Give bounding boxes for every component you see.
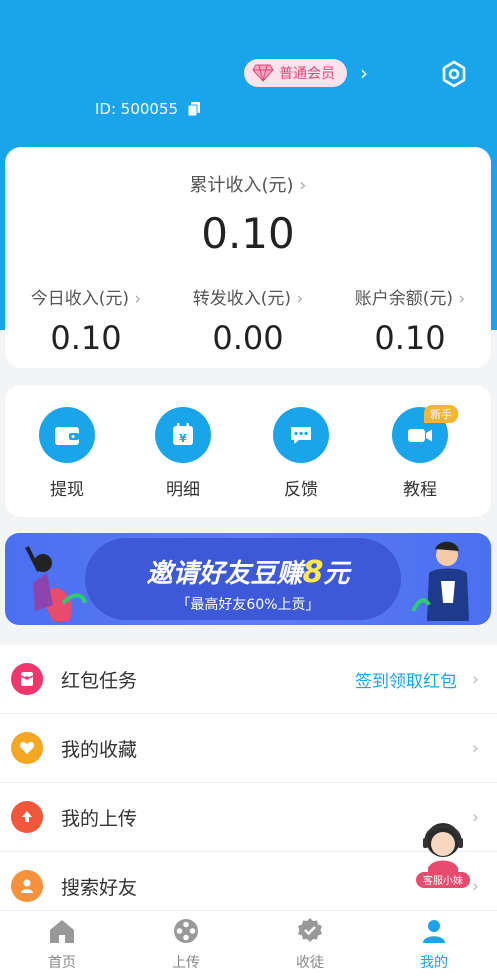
action-withdraw[interactable]: 提现 — [27, 407, 107, 500]
forward-income-value: 0.00 — [212, 319, 284, 357]
today-income-label: 今日收入(元) › — [5, 284, 167, 309]
menu-item-icon-bg — [11, 663, 43, 695]
tab-home[interactable]: 首页 — [0, 911, 124, 980]
tab-label: 我的 — [420, 955, 448, 971]
diamond-icon — [252, 64, 274, 82]
action-feedback[interactable]: 反馈 — [261, 407, 341, 500]
chevron-right-icon: › — [471, 806, 479, 828]
action-feedback-label: 反馈 — [284, 480, 318, 500]
menu-item-icon-bg — [11, 801, 43, 833]
member-badge[interactable]: 普通会员 — [244, 59, 347, 87]
tab-label: 收徒 — [296, 955, 324, 971]
banner-title-amount: 8 — [302, 555, 324, 590]
menu-item-hint: 签到领取红包 — [355, 671, 457, 692]
tab-recruit[interactable]: 收徒 — [248, 911, 372, 980]
chevron-right-icon: › — [471, 668, 479, 690]
menu-item-icon-bg — [11, 732, 43, 764]
forward-income-label: 转发收入(元) › — [167, 284, 329, 309]
menu-item-label: 红包任务 — [61, 669, 138, 692]
today-income-label-text: 今日收入(元) — [30, 289, 130, 309]
chevron-right-icon: › — [129, 289, 142, 309]
menu-item-label: 搜索好友 — [61, 876, 138, 899]
chevron-right-icon: › — [293, 175, 307, 196]
balance-label-text: 账户余额(元) — [354, 289, 454, 309]
balance-stat[interactable]: 账户余额(元) › 0.10 — [329, 284, 491, 357]
customer-service-avatar-icon: 客服小妹 — [416, 823, 470, 888]
menu-item-red-packet-tasks[interactable]: 红包任务 签到领取红包 › — [0, 645, 497, 714]
banner-title-prefix: 邀请好友豆赚 — [146, 559, 303, 589]
action-tutorial-label: 教程 — [403, 480, 437, 500]
user-id-text: ID: 500055 — [95, 100, 179, 118]
menu-item-label: 我的上传 — [61, 807, 138, 830]
balance-value: 0.10 — [374, 319, 446, 357]
chat-bubble-icon — [291, 427, 311, 444]
upload-icon — [22, 811, 32, 822]
action-withdraw-circle — [39, 407, 95, 463]
menu-item-label: 我的收藏 — [61, 738, 138, 761]
calendar-yen-icon: ¥ — [173, 423, 193, 445]
action-details-label: 明细 — [166, 480, 200, 500]
total-income-value: 0.10 — [201, 209, 295, 258]
chevron-right-icon[interactable]: › — [360, 61, 368, 85]
chevron-right-icon: › — [471, 875, 479, 897]
chevron-right-icon: › — [471, 737, 479, 759]
total-income-label[interactable]: 累计收入(元) › — [5, 171, 491, 197]
svg-text:¥: ¥ — [179, 432, 187, 445]
chevron-right-icon: › — [453, 289, 466, 309]
chevron-right-icon: › — [291, 289, 304, 309]
badge-check-icon — [298, 918, 322, 942]
person-icon — [21, 879, 33, 893]
tab-label: 首页 — [48, 955, 76, 971]
member-level-label: 普通会员 — [279, 66, 335, 82]
menu-item-icon-bg — [11, 870, 43, 902]
tab-upload[interactable]: 上传 — [124, 911, 248, 980]
today-income-stat[interactable]: 今日收入(元) › 0.10 — [5, 284, 167, 357]
video-camera-icon — [408, 429, 432, 442]
total-income-label-text: 累计收入(元) — [189, 175, 294, 196]
home-icon — [50, 920, 74, 943]
action-withdraw-label: 提现 — [50, 480, 84, 500]
quick-actions-card: 提现 ¥ 明细 反馈 教程 — [5, 385, 491, 517]
tab-label: 上传 — [172, 955, 200, 971]
banner-title-suffix: 元 — [323, 559, 350, 589]
gear-icon[interactable] — [440, 60, 468, 88]
wallet-icon — [55, 427, 79, 445]
action-details[interactable]: ¥ 明细 — [143, 407, 223, 500]
balance-label: 账户余额(元) › — [329, 284, 491, 309]
red-packet-icon — [20, 672, 34, 686]
user-id: ID: 500055 — [95, 100, 201, 118]
forward-income-label-text: 转发收入(元) — [192, 289, 292, 309]
action-feedback-circle — [273, 407, 329, 463]
figure-right-illustration — [411, 541, 469, 621]
invite-banner[interactable]: 邀请好友豆赚8元 「最高好友60%上贡」 — [5, 533, 491, 625]
menu-item-my-favorites[interactable]: 我的收藏 › — [0, 714, 497, 783]
user-icon — [423, 920, 445, 943]
action-details-circle: ¥ — [155, 407, 211, 463]
today-income-value: 0.10 — [50, 319, 122, 357]
forward-income-stat[interactable]: 转发收入(元) › 0.00 — [167, 284, 329, 357]
bottom-tab-bar: 首页 上传 收徒 我的 — [0, 910, 497, 980]
film-reel-icon — [174, 919, 198, 943]
customer-service-label: 客服小妹 — [423, 874, 463, 887]
customer-service-button[interactable]: 客服小妹 — [414, 812, 472, 890]
tab-mine[interactable]: 我的 — [372, 911, 496, 980]
copy-icon[interactable] — [188, 102, 201, 116]
heart-icon — [19, 742, 35, 754]
new-user-badge: 新手 — [424, 405, 458, 423]
income-card: 累计收入(元) › 0.10 今日收入(元) › 0.10 转发收入(元) › … — [5, 147, 491, 368]
